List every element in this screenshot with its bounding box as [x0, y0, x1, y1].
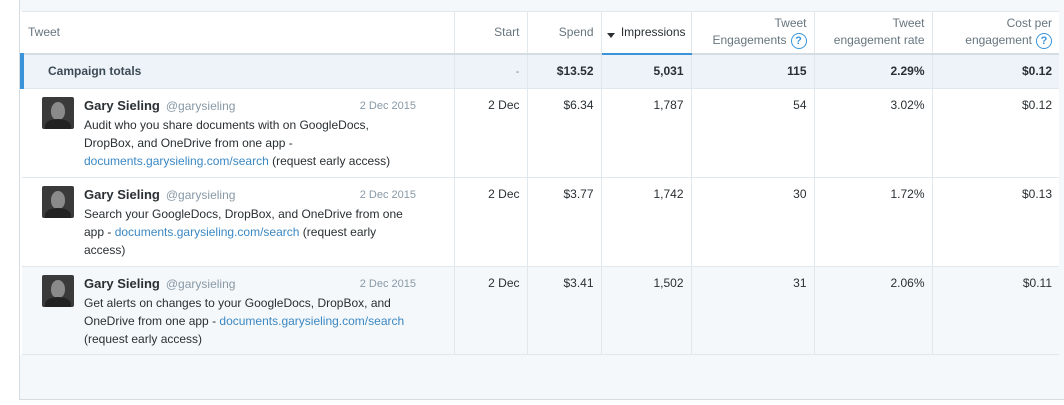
- tweet-impressions: 1,502: [601, 266, 692, 355]
- totals-start: -: [454, 53, 528, 89]
- tweet-cost-per-engagement: $0.13: [932, 177, 1059, 267]
- tweet-row[interactable]: Gary Sieling @garysieling 2 Dec 2015 Sear…: [22, 177, 1059, 267]
- tweet-author-name[interactable]: Gary Sieling: [84, 276, 160, 291]
- tweet-spend: $3.77: [527, 177, 602, 267]
- avatar[interactable]: [42, 186, 74, 218]
- tweet-author-name[interactable]: Gary Sieling: [84, 187, 160, 202]
- col-header-engagements[interactable]: Tweet Engagements?: [691, 11, 815, 55]
- tweet-date[interactable]: 2 Dec 2015: [360, 275, 416, 293]
- tweet-row[interactable]: Gary Sieling @garysieling 2 Dec 2015 Audi…: [22, 88, 1059, 178]
- header-row: Tweet Start Spend Impressions Tweet Enga…: [22, 11, 1059, 55]
- totals-label: Campaign totals: [20, 53, 455, 89]
- help-circle-icon[interactable]: ?: [1036, 33, 1052, 50]
- tweet-text: Audit who you share documents with on Go…: [84, 118, 391, 168]
- tweet-link[interactable]: documents.garysieling.com/search: [219, 314, 404, 328]
- tweet-cost-per-engagement: $0.11: [932, 266, 1059, 355]
- col-header-engagement-rate[interactable]: Tweet engagement rate: [814, 11, 933, 55]
- tweets-table: Tweet Start Spend Impressions Tweet Enga…: [20, 11, 1059, 355]
- tweet-impressions: 1,742: [601, 177, 692, 267]
- totals-engagements: 115: [691, 53, 815, 89]
- tweet-cell: Gary Sieling @garysieling 2 Dec 2015 Audi…: [22, 88, 455, 178]
- tweet-author-handle[interactable]: @garysieling: [166, 277, 236, 291]
- tweet-engagement-rate: 1.72%: [814, 177, 933, 267]
- col-header-spend[interactable]: Spend: [527, 11, 602, 55]
- tweet-row[interactable]: Gary Sieling @garysieling 2 Dec 2015 Get …: [22, 266, 1059, 355]
- tweet-cell: Gary Sieling @garysieling 2 Dec 2015 Sear…: [22, 177, 455, 267]
- tweet-author-handle[interactable]: @garysieling: [166, 188, 236, 202]
- tweet-date[interactable]: 2 Dec 2015: [360, 186, 416, 204]
- campaign-panel: Tweet Start Spend Impressions Tweet Enga…: [19, 0, 1064, 400]
- col-header-impressions[interactable]: Impressions: [601, 11, 692, 55]
- tweet-date[interactable]: 2 Dec 2015: [360, 97, 416, 115]
- tweet-start: 2 Dec: [454, 177, 528, 267]
- totals-spend: $13.52: [527, 53, 602, 89]
- sort-desc-icon: [606, 32, 615, 38]
- tweet-cost-per-engagement: $0.12: [932, 88, 1059, 178]
- tweet-engagement-rate: 3.02%: [814, 88, 933, 178]
- totals-engagement-rate: 2.29%: [814, 53, 933, 89]
- tweet-text: Get alerts on changes to your GoogleDocs…: [84, 296, 405, 346]
- tweet-author-handle[interactable]: @garysieling: [166, 99, 236, 113]
- totals-cost-per-engagement: $0.12: [932, 53, 1059, 89]
- col-header-tweet[interactable]: Tweet: [22, 11, 455, 55]
- tweet-link[interactable]: documents.garysieling.com/search: [84, 154, 269, 168]
- tweet-link[interactable]: documents.garysieling.com/search: [115, 225, 300, 239]
- totals-impressions: 5,031: [601, 53, 692, 89]
- campaign-totals-row: Campaign totals - $13.52 5,031 115 2.29%…: [20, 53, 1059, 89]
- tweet-engagements: 30: [691, 177, 815, 267]
- tweet-text: Search your GoogleDocs, DropBox, and One…: [84, 207, 403, 257]
- tweet-start: 2 Dec: [454, 266, 528, 355]
- col-header-cost-per-engagement[interactable]: Cost per engagement?: [932, 11, 1059, 55]
- col-header-start[interactable]: Start: [454, 11, 528, 55]
- tweet-start: 2 Dec: [454, 88, 528, 178]
- tweet-spend: $6.34: [527, 88, 602, 178]
- help-circle-icon[interactable]: ?: [790, 33, 807, 50]
- tweet-engagements: 31: [691, 266, 815, 355]
- tweet-engagement-rate: 2.06%: [814, 266, 933, 355]
- tweet-impressions: 1,787: [601, 88, 692, 178]
- avatar[interactable]: [42, 97, 74, 129]
- tweet-spend: $3.41: [527, 266, 602, 355]
- avatar[interactable]: [42, 275, 74, 307]
- tweet-engagements: 54: [691, 88, 815, 178]
- tweet-cell: Gary Sieling @garysieling 2 Dec 2015 Get …: [22, 266, 455, 355]
- tweet-author-name[interactable]: Gary Sieling: [84, 98, 160, 113]
